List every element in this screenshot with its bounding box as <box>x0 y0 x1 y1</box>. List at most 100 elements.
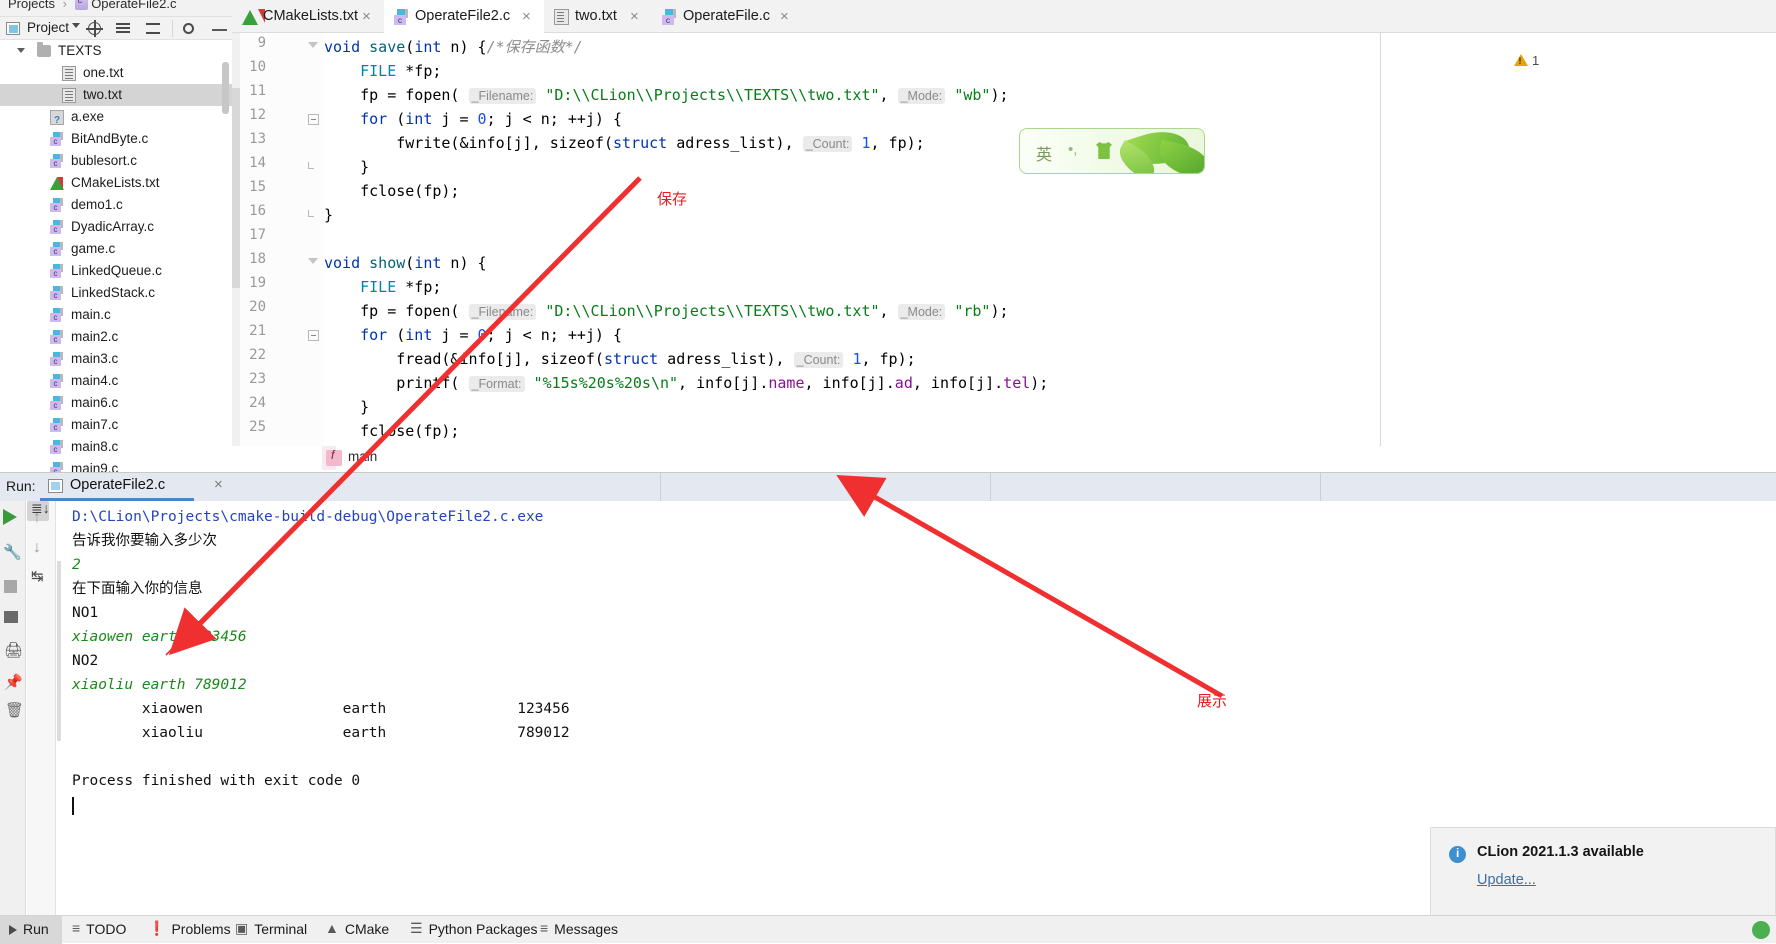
tree-item-main2-c[interactable]: main2.c <box>0 326 232 348</box>
editor-gutter[interactable]: 9 10 11 12 13 14 15 16 17 18 19 20 21 22 23 24 25 <box>232 33 324 472</box>
project-tree[interactable]: TEXTS one.txt two.txt a.exe BitAndByte.c bubl… <box>0 40 232 472</box>
code-fold-marker[interactable] <box>308 258 318 264</box>
code-line[interactable]: FILE *fp; <box>324 59 441 83</box>
breadcrumb-item-projects[interactable]: Projects <box>8 0 55 11</box>
tree-item-game-c[interactable]: game.c <box>0 238 232 260</box>
tree-item-main4-c[interactable]: main4.c <box>0 370 232 392</box>
update-link[interactable]: Update... <box>1477 872 1536 888</box>
locate-icon[interactable] <box>86 20 103 37</box>
code-editor[interactable]: 9 10 11 12 13 14 15 16 17 18 19 20 21 22 23 24 25 void s… <box>232 33 1776 472</box>
tree-item-main7-c[interactable]: main7.c <box>0 414 232 436</box>
tree-item-DyadicArray-c[interactable]: DyadicArray.c <box>0 216 232 238</box>
breadcrumb-function-segment[interactable]: main <box>322 446 377 470</box>
close-icon[interactable]: × <box>522 0 531 33</box>
run-toolbar-secondary[interactable]: ↑ ↓ ↹ ≣↓ <box>27 500 56 916</box>
tree-item-bublesort-c[interactable]: bublesort.c <box>0 150 232 172</box>
line-number: 18 <box>249 251 266 267</box>
status-indicator-icon[interactable] <box>1752 921 1770 939</box>
close-icon[interactable]: × <box>630 0 639 33</box>
code-line[interactable]: fclose(fp); <box>324 179 459 203</box>
code-line[interactable]: FILE *fp; <box>324 275 441 299</box>
tree-item-BitAndByte-c[interactable]: BitAndByte.c <box>0 128 232 150</box>
code-line[interactable]: for (int j = 0; j < n; ++j) { <box>324 107 622 131</box>
project-panel-title[interactable]: Project <box>27 20 69 35</box>
tree-item-main-c[interactable]: main.c <box>0 304 232 326</box>
hide-panel-icon[interactable] <box>212 21 228 37</box>
rerun-icon[interactable] <box>3 509 17 525</box>
expand-all-icon[interactable] <box>116 21 132 37</box>
editor-tab-OperateFile2-c[interactable]: OperateFile2.c × <box>384 0 544 33</box>
console-scrollbar[interactable] <box>57 561 61 741</box>
run-toolbar-primary[interactable]: 🔧 🖨 📌 🗑 <box>0 501 26 916</box>
shirt-icon[interactable] <box>1096 142 1112 159</box>
collapse-all-icon[interactable] <box>146 21 162 37</box>
chevron-down-icon[interactable] <box>17 48 25 53</box>
editor-tab-bar[interactable]: CMakeLists.txt×OperateFile2.c×two.txt×Op… <box>232 0 1776 33</box>
breadcrumb-item-file[interactable]: OperateFile2.c <box>91 0 176 11</box>
tree-item-main8-c[interactable]: main8.c <box>0 436 232 458</box>
statusbar-item-terminal[interactable]: ▣ Terminal <box>235 920 307 938</box>
ime-translate-popup[interactable]: 英 •, <box>1019 128 1205 174</box>
ime-mode-label[interactable]: 英 <box>1036 141 1052 165</box>
code-line[interactable]: for (int j = 0; j < n; ++j) { <box>324 323 622 347</box>
scroll-down-icon[interactable]: ↓ <box>33 539 41 557</box>
chevron-down-icon[interactable] <box>72 23 80 28</box>
pin-icon[interactable]: 📌 <box>4 673 23 691</box>
code-fold-marker[interactable] <box>308 162 314 169</box>
stop-icon[interactable] <box>4 580 17 593</box>
code-line[interactable]: } <box>324 203 333 227</box>
breadcrumb: Projects › OperateFile2.c <box>8 0 176 11</box>
warning-indicator[interactable]: 1 <box>1514 53 1539 68</box>
print-icon[interactable]: 🖨 <box>4 641 23 659</box>
tree-item-a-exe[interactable]: a.exe <box>0 106 232 132</box>
tree-item-label: two.txt <box>83 87 123 102</box>
editor-tab-CMakeLists-txt[interactable]: CMakeLists.txt × <box>232 0 384 33</box>
code-line[interactable]: printf( _Format: "%15s%20s%20s\n", info[… <box>324 371 1048 396</box>
gear-icon[interactable] <box>183 23 194 34</box>
code-fold-marker[interactable] <box>308 330 319 341</box>
code-line[interactable]: fwrite(&info[j], sizeof(struct adress_li… <box>324 131 925 156</box>
trash-icon[interactable]: 🗑 <box>5 701 24 719</box>
statusbar-item-problems[interactable]: ❗ Problems <box>148 920 231 938</box>
tree-item-LinkedStack-c[interactable]: LinkedStack.c <box>0 282 232 304</box>
tree-item-main9-c[interactable]: main9.c <box>0 458 232 472</box>
code-line[interactable]: fp = fopen( _Filename: "D:\\CLion\\Proje… <box>324 83 1009 108</box>
code-line[interactable]: } <box>324 155 369 179</box>
code-content[interactable]: void save(int n) {/*保存函数*/ FILE *fp; fp … <box>324 33 1776 472</box>
statusbar-run-button[interactable]: Run <box>0 916 62 944</box>
wrench-icon[interactable]: 🔧 <box>3 543 22 561</box>
tree-item-LinkedQueue-c[interactable]: LinkedQueue.c <box>0 260 232 282</box>
tree-item-two-txt[interactable]: two.txt <box>0 84 232 106</box>
tree-item-main3-c[interactable]: main3.c <box>0 348 232 370</box>
tree-item-one-txt[interactable]: one.txt <box>0 62 232 84</box>
tree-item-TEXTS[interactable]: TEXTS <box>0 40 232 62</box>
code-line[interactable]: fread(&info[j], sizeof(struct adress_lis… <box>324 347 916 372</box>
layout-icon[interactable] <box>4 611 18 623</box>
tree-item-demo1-c[interactable]: demo1.c <box>0 194 232 216</box>
breadcrumb-function-label: main <box>348 449 378 464</box>
code-fold-marker[interactable] <box>308 114 319 125</box>
code-fold-marker[interactable] <box>308 210 314 217</box>
tree-item-main6-c[interactable]: main6.c <box>0 392 232 414</box>
code-line[interactable]: fp = fopen( _Filename: "D:\\CLion\\Proje… <box>324 299 1009 324</box>
editor-tab-two-txt[interactable]: two.txt × <box>544 0 652 33</box>
code-line[interactable]: } <box>324 395 369 419</box>
tree-scrollbar[interactable] <box>222 62 229 114</box>
notification-balloon[interactable]: CLion 2021.1.3 available Update... <box>1430 827 1776 923</box>
code-line[interactable]: fclose(fp); <box>324 419 459 443</box>
code-line[interactable]: void save(int n) {/*保存函数*/ <box>324 35 583 59</box>
console-line: 2 <box>72 557 81 573</box>
editor-tab-OperateFile-c[interactable]: OperateFile.c × <box>652 0 802 33</box>
close-icon[interactable]: × <box>214 476 223 493</box>
soft-wrap-icon[interactable]: ↹ <box>31 567 44 585</box>
close-icon[interactable]: × <box>780 0 789 33</box>
statusbar-item-cmake[interactable]: ▲ CMake <box>325 920 389 937</box>
tree-item-CMakeLists-txt[interactable]: CMakeLists.txt <box>0 172 232 194</box>
code-fold-marker[interactable] <box>308 42 318 48</box>
statusbar-item-todo[interactable]: ≡ TODO <box>72 920 126 937</box>
statusbar-item-python-packages[interactable]: ☰ Python Packages <box>410 920 538 938</box>
statusbar-item-messages[interactable]: ≡ Messages <box>540 920 618 937</box>
line-number: 13 <box>249 131 266 147</box>
close-icon[interactable]: × <box>362 0 371 33</box>
code-line[interactable]: void show(int n) { <box>324 251 487 275</box>
